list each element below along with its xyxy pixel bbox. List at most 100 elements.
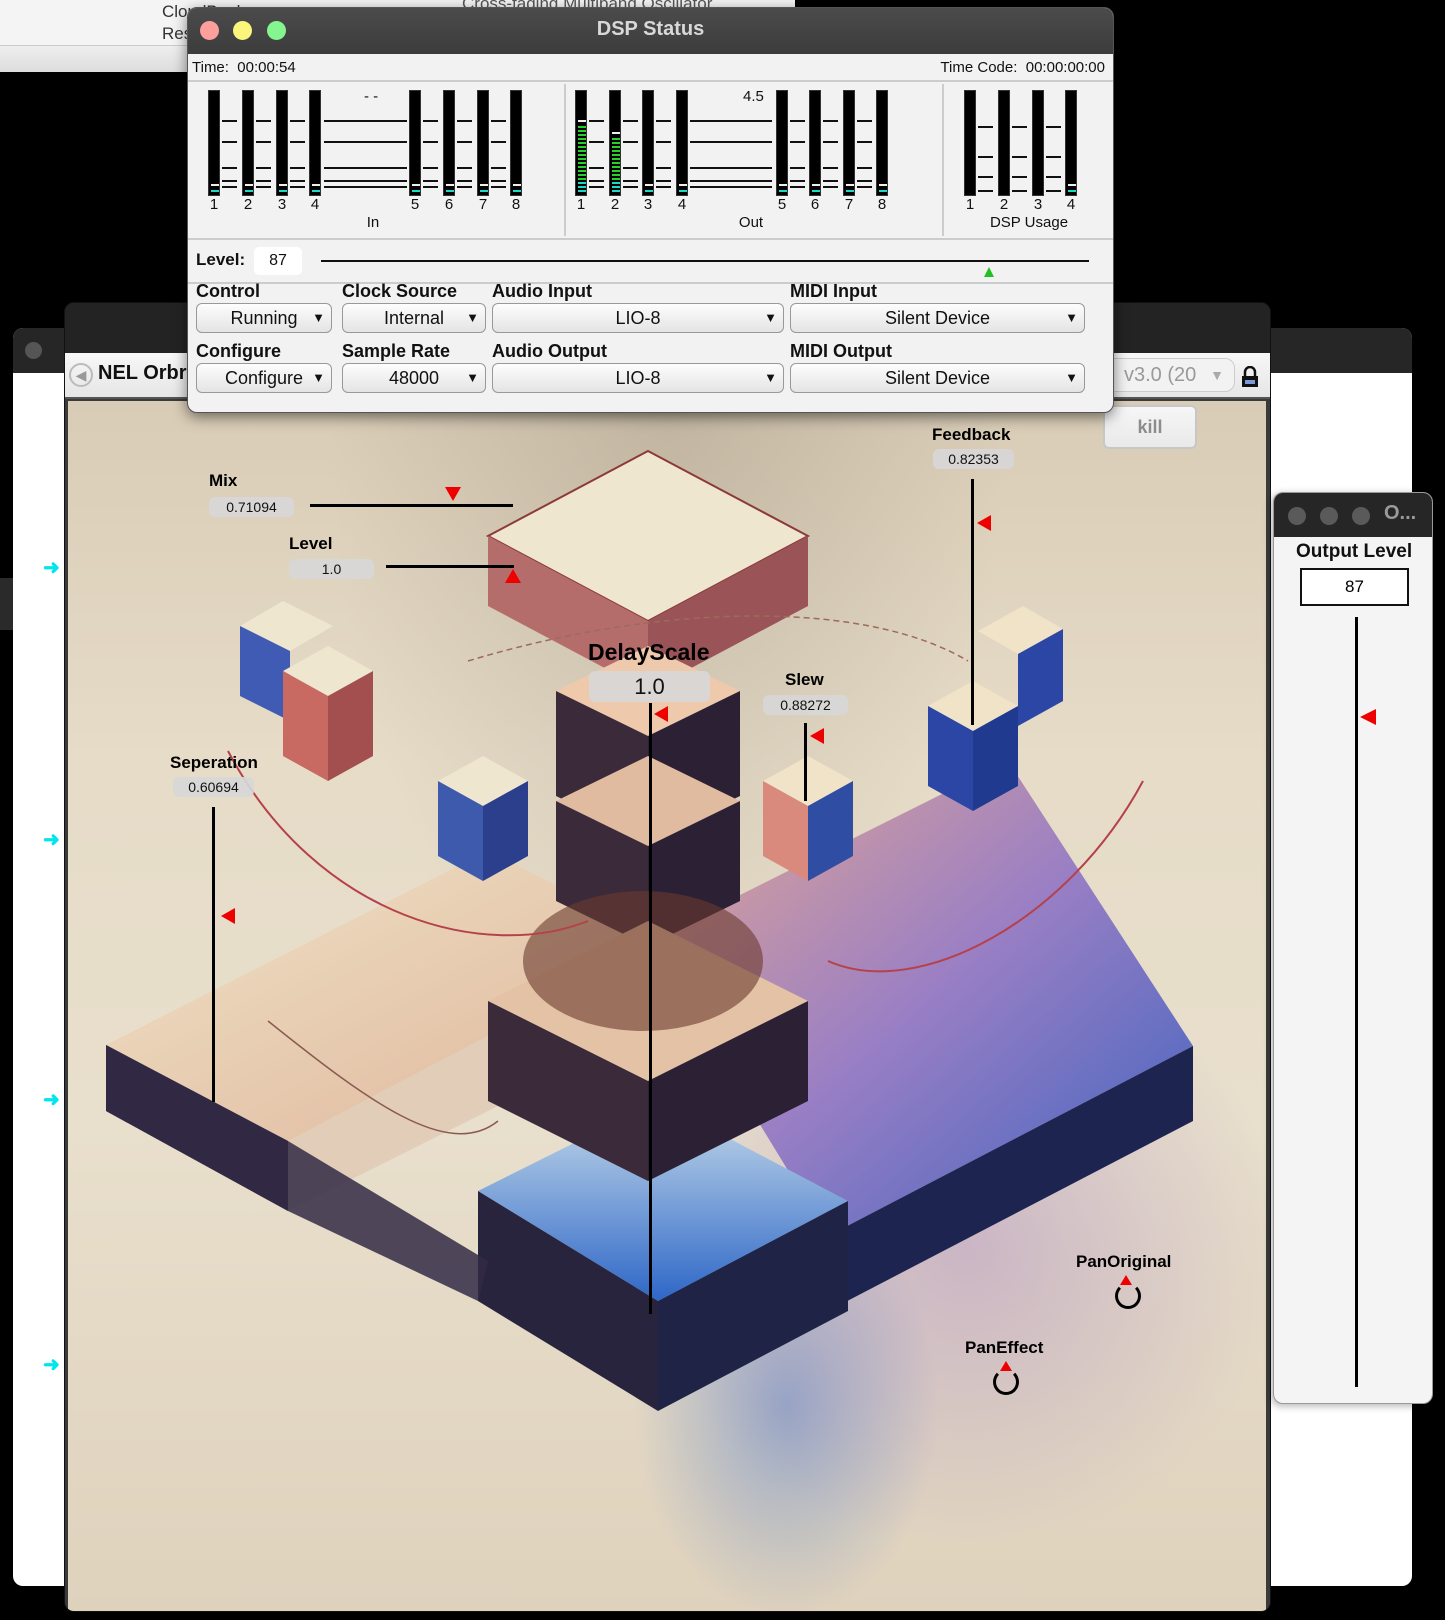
meter-scale-tick (324, 141, 407, 143)
control-select[interactable]: Running ▼ (196, 303, 332, 333)
meter-scale-tick (256, 120, 271, 122)
meter-segment (245, 190, 253, 192)
meter-scale-tick (656, 167, 671, 169)
level-number-box[interactable]: 1.0 (289, 559, 374, 579)
meter-segment (578, 190, 586, 192)
meter-scale-tick (222, 167, 237, 169)
meter-scale-tick (690, 186, 772, 188)
meter-scale-tick (623, 141, 638, 143)
zoom-button[interactable] (1352, 507, 1370, 525)
midi-output-select[interactable]: Silent Device ▼ (790, 363, 1085, 393)
version-select[interactable]: v3.0 (20 ▼ (1105, 358, 1235, 392)
paneffect-dial-pointer[interactable] (1000, 1361, 1012, 1371)
level-slider-track[interactable] (321, 260, 1089, 262)
meter-channel-number: 4 (1066, 196, 1076, 213)
delayscale-slider-thumb[interactable] (654, 706, 668, 722)
dsp-status-titlebar[interactable]: DSP Status (188, 8, 1113, 54)
mix-slider-track[interactable] (310, 504, 513, 507)
meter-peak-hold (513, 184, 521, 186)
delayscale-number-box[interactable]: 1.0 (589, 671, 710, 702)
output-level-slider-track[interactable] (1355, 617, 1358, 1387)
meter-channel-number: 5 (777, 196, 787, 213)
meter-channel-number: 1 (209, 196, 219, 213)
select-value: 48000 (388, 368, 440, 388)
meter-scale-tick (491, 120, 506, 122)
meter-scale-tick (623, 186, 638, 188)
delayscale-slider-track[interactable] (649, 703, 652, 1314)
clock-source-select[interactable]: Internal ▼ (342, 303, 486, 333)
seperation-slider-track[interactable] (212, 807, 215, 1102)
output-level-titlebar[interactable]: O... (1274, 493, 1432, 537)
meter-out_panel-7 (843, 90, 855, 196)
meter-peak-hold (312, 184, 320, 186)
meter-channel-number: 7 (478, 196, 488, 213)
meter-channel-number: 6 (444, 196, 454, 213)
time-row: Time: 00:00:54 Time Code: 00:00:00:00 (188, 54, 1113, 82)
sample-rate-select[interactable]: 48000 ▼ (342, 363, 486, 393)
meter-scale-tick (1046, 176, 1061, 178)
panoriginal-dial[interactable] (1115, 1283, 1141, 1309)
slew-slider-thumb[interactable] (810, 728, 824, 744)
panoriginal-label: PanOriginal (1076, 1252, 1172, 1271)
output-level-window-title: O... (1384, 502, 1417, 524)
back-arrow-icon[interactable]: ◀ (69, 363, 93, 387)
panoriginal-dial-pointer[interactable] (1120, 1275, 1132, 1285)
window-button[interactable] (25, 342, 42, 359)
meter-segment (779, 190, 787, 192)
meter-scale-tick (256, 141, 271, 143)
meter-peak-hold (446, 184, 454, 186)
meter-dsp_panel-1 (964, 90, 976, 196)
slew-number-box[interactable]: 0.88272 (763, 695, 848, 715)
meter-channel-number: 6 (810, 196, 820, 213)
seperation-slider-thumb[interactable] (221, 908, 235, 924)
slew-label: Slew (785, 670, 824, 689)
meter-scale-tick (324, 186, 407, 188)
meter-segment (612, 174, 620, 176)
seperation-number-box[interactable]: 0.60694 (173, 777, 254, 797)
meter-scale-tick (290, 141, 305, 143)
meter-scale-tick (857, 120, 872, 122)
slew-slider-track[interactable] (804, 723, 807, 801)
kill-button[interactable]: kill (1103, 405, 1197, 449)
meter-scale-tick (589, 186, 604, 188)
meter-scale-tick (290, 120, 305, 122)
audio-output-select[interactable]: LIO-8 ▼ (492, 363, 784, 393)
minimize-button[interactable] (1320, 507, 1338, 525)
feedback-number-box[interactable]: 0.82353 (933, 449, 1014, 469)
level-label: Level (289, 534, 333, 553)
meter-channel-number: 1 (576, 196, 586, 213)
mix-slider-thumb[interactable] (445, 487, 461, 501)
output-level-number-box[interactable]: 87 (1300, 568, 1409, 606)
lock-icon[interactable] (1240, 366, 1260, 388)
meter-scale-tick (690, 120, 772, 122)
paneffect-dial[interactable] (993, 1369, 1019, 1395)
output-level-slider-thumb[interactable] (1360, 709, 1376, 726)
close-button[interactable] (1288, 507, 1306, 525)
control-label: Sample Rate (342, 341, 451, 361)
level-slider-thumb[interactable] (505, 569, 521, 583)
inlet-arrow-icon: ➜ (43, 829, 60, 851)
meter-peak-hold (578, 120, 586, 122)
meter-segment (578, 150, 586, 152)
meter-scale-tick (790, 167, 805, 169)
output-meters-label: Out (738, 214, 764, 231)
meter-in_panel-5 (409, 90, 421, 196)
meter-scale-tick (457, 186, 472, 188)
meter-segment (513, 190, 521, 192)
level-slider-thumb[interactable] (984, 267, 995, 277)
level-slider-track[interactable] (386, 565, 514, 568)
level-number-box[interactable]: 87 (254, 247, 302, 275)
meter-scale-tick (656, 120, 671, 122)
meter-scale-tick (589, 120, 604, 122)
meter-channel-number: 3 (643, 196, 653, 213)
feedback-slider-thumb[interactable] (977, 515, 991, 531)
audio-input-select[interactable]: LIO-8 ▼ (492, 303, 784, 333)
dsp-status-title: DSP Status (596, 18, 705, 40)
configure-select[interactable]: Configure ▼ (196, 363, 332, 393)
midi-input-select[interactable]: Silent Device ▼ (790, 303, 1085, 333)
feedback-slider-track[interactable] (971, 479, 974, 725)
meter-segment (578, 154, 586, 156)
select-value: Silent Device (884, 368, 991, 388)
mix-number-box[interactable]: 0.71094 (209, 497, 294, 517)
meter-segment (612, 146, 620, 148)
